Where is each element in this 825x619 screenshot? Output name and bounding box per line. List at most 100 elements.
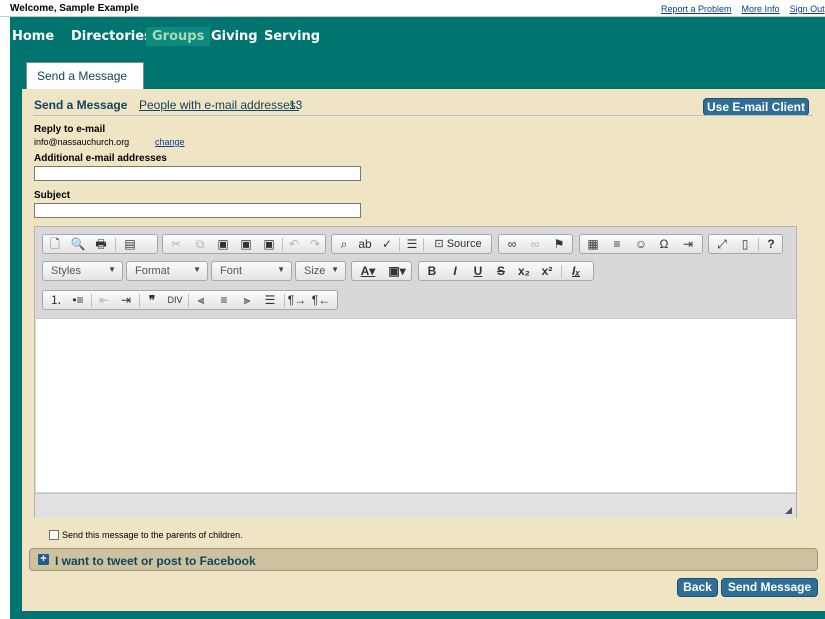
toolbar-separator	[282, 238, 283, 251]
nav-directories[interactable]: Directories	[71, 29, 152, 44]
toolbar-separator	[399, 238, 400, 251]
tab-send-a-message[interactable]: Send a Message	[26, 62, 144, 90]
report-problem-link[interactable]: Report a Problem	[661, 4, 732, 14]
rich-text-editor: 🗋 🔍 🖶 ▤ ✂ ⧉ ▣ ▣ ▣ ↶ ↷ ⌕ ab ✓ ☰ ⊡ Source …	[34, 226, 797, 518]
unlink-icon[interactable]: ∞	[525, 236, 545, 253]
undo-icon[interactable]: ↶	[284, 236, 304, 253]
chevron-down-icon: ▼	[277, 265, 285, 274]
additional-emails-label: Additional e-mail addresses	[34, 153, 167, 164]
basic-styles-toolbar-group: B I U S x₂ x² Iₓ	[418, 261, 594, 281]
format-dropdown[interactable]: Format ▼	[126, 261, 208, 281]
change-reply-link[interactable]: change	[155, 137, 185, 147]
tweet-facebook-expander[interactable]: + I want to tweet or post to Facebook	[29, 548, 818, 571]
back-button[interactable]: Back	[677, 578, 718, 597]
tweet-facebook-label: I want to tweet or post to Facebook	[55, 554, 256, 568]
paste-word-icon[interactable]: ▣	[259, 236, 279, 253]
remove-format-icon[interactable]: Iₓ	[566, 263, 586, 280]
underline-icon[interactable]: U	[468, 263, 488, 280]
chevron-down-icon: ▼	[331, 265, 339, 274]
link-icon[interactable]: ∞	[502, 236, 522, 253]
indent-icon[interactable]: ⇥	[116, 292, 136, 309]
show-blocks-icon[interactable]: ▯	[735, 236, 755, 253]
maximize-icon[interactable]: ⤢	[712, 236, 732, 253]
plus-icon: +	[38, 554, 49, 565]
bulleted-list-icon[interactable]: •≡	[68, 292, 88, 309]
font-dropdown[interactable]: Font ▼	[211, 261, 292, 281]
more-info-link[interactable]: More Info	[742, 4, 780, 14]
select-all-icon[interactable]: ☰	[402, 236, 422, 253]
align-left-icon[interactable]: ⫷	[191, 292, 211, 309]
print-icon[interactable]: 🖶	[91, 236, 111, 253]
resize-handle-icon[interactable]	[785, 507, 792, 514]
paste-icon[interactable]: ▣	[213, 236, 233, 253]
table-icon[interactable]: ▦	[583, 236, 603, 253]
smiley-icon[interactable]: ☺	[631, 236, 651, 253]
subject-input[interactable]	[34, 203, 361, 218]
templates-icon[interactable]: ▤	[120, 236, 140, 253]
people-count: 13	[289, 98, 303, 112]
spellcheck-icon[interactable]: ✓	[377, 236, 397, 253]
main-nav: Home Directories Groups Giving Serving	[10, 17, 825, 48]
styles-label: Styles	[51, 265, 81, 277]
paste-text-icon[interactable]: ▣	[236, 236, 256, 253]
editor-content-area[interactable]	[36, 318, 796, 492]
reply-to-email: info@nassauchurch.org	[34, 137, 130, 147]
horizontal-line-icon[interactable]: ≡	[607, 236, 627, 253]
subscript-icon[interactable]: x₂	[514, 263, 534, 280]
align-center-icon[interactable]: ≡	[214, 292, 234, 309]
nav-groups[interactable]: Groups	[146, 27, 211, 46]
text-color-icon[interactable]: A▾	[354, 263, 382, 280]
toolbar-separator	[284, 294, 285, 307]
justify-icon[interactable]: ☰	[260, 292, 280, 309]
numbered-list-icon[interactable]: ⒈	[46, 292, 66, 309]
source-button[interactable]: ⊡ Source	[425, 236, 491, 253]
help-icon[interactable]: ?	[761, 236, 781, 253]
parents-checkbox[interactable]	[49, 530, 59, 540]
format-label: Format	[135, 265, 170, 277]
toolbar-separator	[423, 238, 424, 251]
nav-giving[interactable]: Giving	[211, 29, 258, 44]
ltr-direction-icon[interactable]: ¶→	[287, 292, 307, 309]
send-message-button[interactable]: Send Message	[721, 578, 818, 597]
use-email-client-button[interactable]: Use E-mail Client	[703, 98, 809, 116]
styles-dropdown[interactable]: Styles ▼	[42, 261, 123, 281]
nav-home[interactable]: Home	[12, 29, 54, 44]
page-break-icon[interactable]: ⇥	[678, 236, 698, 253]
outdent-icon[interactable]: ⇤	[94, 292, 114, 309]
bold-icon[interactable]: B	[422, 263, 442, 280]
document-toolbar-group: 🗋 🔍 🖶 ▤	[42, 234, 158, 254]
tools-toolbar-group: ⤢ ▯ ?	[708, 234, 783, 254]
special-char-icon[interactable]: Ω	[654, 236, 674, 253]
panel-bottom-border	[10, 611, 825, 619]
align-right-icon[interactable]: ⫸	[237, 292, 257, 309]
color-toolbar-group: A▾ ▣▾	[351, 261, 412, 281]
background-color-icon[interactable]: ▣▾	[383, 263, 411, 280]
superscript-icon[interactable]: x²	[537, 263, 557, 280]
preview-icon[interactable]: 🔍	[68, 236, 88, 253]
anchor-flag-icon[interactable]: ⚑	[549, 236, 569, 253]
additional-emails-input[interactable]	[34, 166, 361, 181]
header-divider	[33, 115, 813, 116]
size-dropdown[interactable]: Size ▼	[295, 261, 346, 281]
section-title: Send a Message	[34, 98, 128, 112]
nav-serving[interactable]: Serving	[264, 29, 320, 44]
div-container-icon[interactable]: DIV	[165, 292, 185, 309]
cut-icon[interactable]: ✂	[166, 236, 186, 253]
toolbar-separator	[91, 294, 92, 307]
chevron-down-icon: ▼	[108, 265, 116, 274]
rtl-direction-icon[interactable]: ¶←	[311, 292, 331, 309]
redo-icon[interactable]: ↷	[305, 236, 325, 253]
paragraph-toolbar-group: ⒈ •≡ ⇤ ⇥ ❞ DIV ⫷ ≡ ⫸ ☰ ¶→ ¶←	[42, 290, 338, 310]
new-page-icon[interactable]: 🗋	[45, 236, 65, 253]
strikethrough-icon[interactable]: S	[491, 263, 511, 280]
find-icon[interactable]: ⌕	[334, 236, 354, 253]
font-label: Font	[220, 265, 243, 277]
parents-checkbox-label: Send this message to the parents of chil…	[62, 530, 243, 540]
blockquote-icon[interactable]: ❞	[142, 292, 162, 309]
copy-icon[interactable]: ⧉	[190, 236, 210, 253]
sign-out-link[interactable]: Sign Out	[790, 4, 825, 14]
replace-icon[interactable]: ab	[355, 236, 375, 253]
italic-icon[interactable]: I	[445, 263, 465, 280]
people-with-email-link[interactable]: People with e-mail addresses:	[139, 98, 299, 112]
source-icon: ⊡	[434, 238, 447, 250]
